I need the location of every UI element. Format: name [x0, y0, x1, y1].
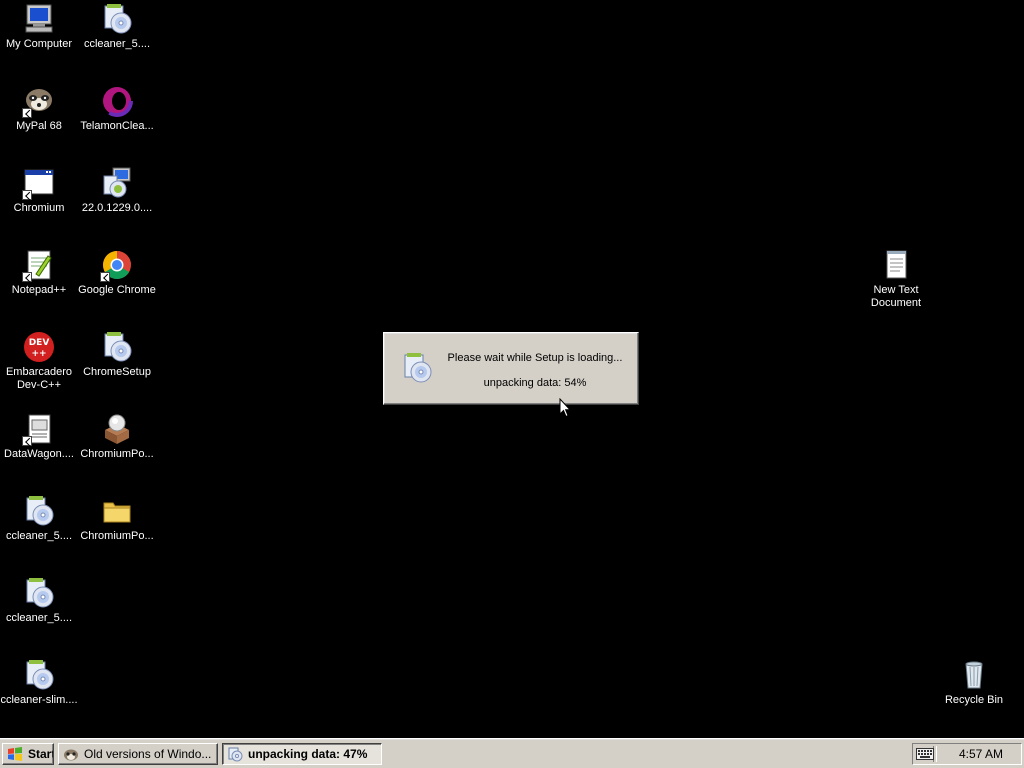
desktop-icon-chromiumpo-folder[interactable]: ChromiumPo...	[78, 494, 156, 543]
desktop-icon-label: ccleaner_5....	[5, 612, 73, 624]
shortcut-arrow-icon	[22, 436, 32, 446]
desktop-icon-chromesetup[interactable]: ChromeSetup	[78, 330, 156, 379]
installer-disc-icon	[400, 351, 434, 385]
setup-loading-dialog[interactable]: Please wait while Setup is loading... un…	[383, 332, 639, 405]
shortcut-arrow-icon	[100, 272, 110, 282]
desktop-icon-label: DataWagon....	[4, 448, 74, 460]
my-computer-icon	[22, 2, 56, 36]
text-document-icon	[879, 248, 913, 282]
start-button[interactable]: Start	[2, 743, 54, 765]
desktop-icon-label: Embarcadero Dev-C++	[5, 366, 73, 391]
notepad-plus-plus-icon	[22, 248, 56, 282]
desktop-icon-label: ccleaner_5....	[5, 530, 73, 542]
desktop-icon-devcpp[interactable]: DEV ++ Embarcadero Dev-C++	[0, 330, 78, 392]
taskbar: Start Old versions of Windo... unpacking…	[0, 738, 1024, 768]
svg-text:DEV: DEV	[29, 338, 50, 348]
desktop-icon-ccleaner-2[interactable]: ccleaner_5....	[0, 494, 78, 543]
desktop-icon-label: TelamonClea...	[80, 120, 154, 132]
desktop-icon-ccleaner-3[interactable]: ccleaner_5....	[0, 576, 78, 625]
desktop-icon-ccleaner-1[interactable]: ccleaner_5....	[78, 2, 156, 51]
taskbar-button-label: Old versions of Windo...	[84, 747, 212, 761]
desktop-icon-label: ChromeSetup	[83, 366, 151, 378]
desktop-icon-label: ChromiumPo...	[80, 448, 154, 460]
dev-cpp-icon: DEV ++	[22, 330, 56, 364]
taskbar-button-setup[interactable]: unpacking data: 47%	[222, 743, 382, 765]
desktop-icon-chromiumpo-1[interactable]: ChromiumPo...	[78, 412, 156, 461]
folder-icon	[100, 494, 134, 528]
desktop-icon-label: Notepad++	[11, 284, 67, 296]
installer-disc-icon	[100, 2, 134, 36]
browser-icon	[63, 746, 79, 762]
installer-disc-icon	[22, 494, 56, 528]
recycle-bin-icon	[957, 658, 991, 692]
dialog-progress-text: unpacking data: 54%	[483, 377, 587, 389]
taskbar-button-browser[interactable]: Old versions of Windo...	[58, 743, 218, 765]
application-window-icon	[22, 166, 56, 200]
setup-computer-icon	[100, 166, 134, 200]
taskbar-button-label: unpacking data: 47%	[248, 747, 368, 761]
svg-text:++: ++	[31, 349, 46, 359]
dialog-message: Please wait while Setup is loading...	[447, 352, 623, 364]
desktop-icon-label: New Text Document	[870, 284, 922, 309]
shortcut-arrow-icon	[22, 272, 32, 282]
desktop-icon-telamon[interactable]: TelamonClea...	[78, 84, 156, 133]
desktop-icon-mypal[interactable]: MyPal 68	[0, 84, 78, 133]
windows-logo-icon	[7, 746, 23, 762]
mouse-cursor-icon	[559, 397, 572, 418]
installer-disc-icon	[22, 658, 56, 692]
chrome-icon	[100, 248, 134, 282]
keyboard-icon[interactable]	[916, 748, 934, 760]
desktop-icon-label: My Computer	[5, 38, 73, 50]
desktop-icon-new-text-document[interactable]: New Text Document	[857, 248, 935, 310]
desktop-icon-label: Recycle Bin	[944, 694, 1004, 706]
desktop-icon-label: ccleaner_5....	[83, 38, 151, 50]
desktop-icon-label: ChromiumPo...	[80, 530, 154, 542]
desktop-icon-label: MyPal 68	[16, 120, 62, 132]
raccoon-browser-icon	[22, 84, 56, 118]
package-box-icon	[100, 412, 134, 446]
desktop-icon-notepadpp[interactable]: Notepad++	[0, 248, 78, 297]
shortcut-arrow-icon	[22, 190, 32, 200]
desktop-icon-google-chrome[interactable]: Google Chrome	[78, 248, 156, 297]
tray-clock[interactable]: 4:57 AM	[945, 747, 1021, 761]
desktop-icon-label: ccleaner-slim....	[0, 694, 78, 706]
installer-disc-icon	[100, 330, 134, 364]
desktop-icon-recycle-bin[interactable]: Recycle Bin	[935, 658, 1013, 707]
desktop-icon-chromium-setup[interactable]: 22.0.1229.0....	[78, 166, 156, 215]
installer-disc-icon	[22, 576, 56, 610]
installer-disc-icon	[227, 746, 243, 762]
desktop-icon-label: Chromium	[13, 202, 65, 214]
shortcut-arrow-icon	[22, 108, 32, 118]
purple-ring-icon	[100, 84, 134, 118]
desktop-icon-chromium[interactable]: Chromium	[0, 166, 78, 215]
desktop-icon-label: 22.0.1229.0....	[81, 202, 153, 214]
document-shortcut-icon	[22, 412, 56, 446]
desktop-icon-datawagon[interactable]: DataWagon....	[0, 412, 78, 461]
desktop-icon-label: Google Chrome	[78, 284, 156, 296]
desktop-icon-ccleaner-slim[interactable]: ccleaner-slim....	[0, 658, 78, 707]
start-label: Start	[28, 747, 54, 761]
desktop-icon-my-computer[interactable]: My Computer	[0, 2, 78, 51]
